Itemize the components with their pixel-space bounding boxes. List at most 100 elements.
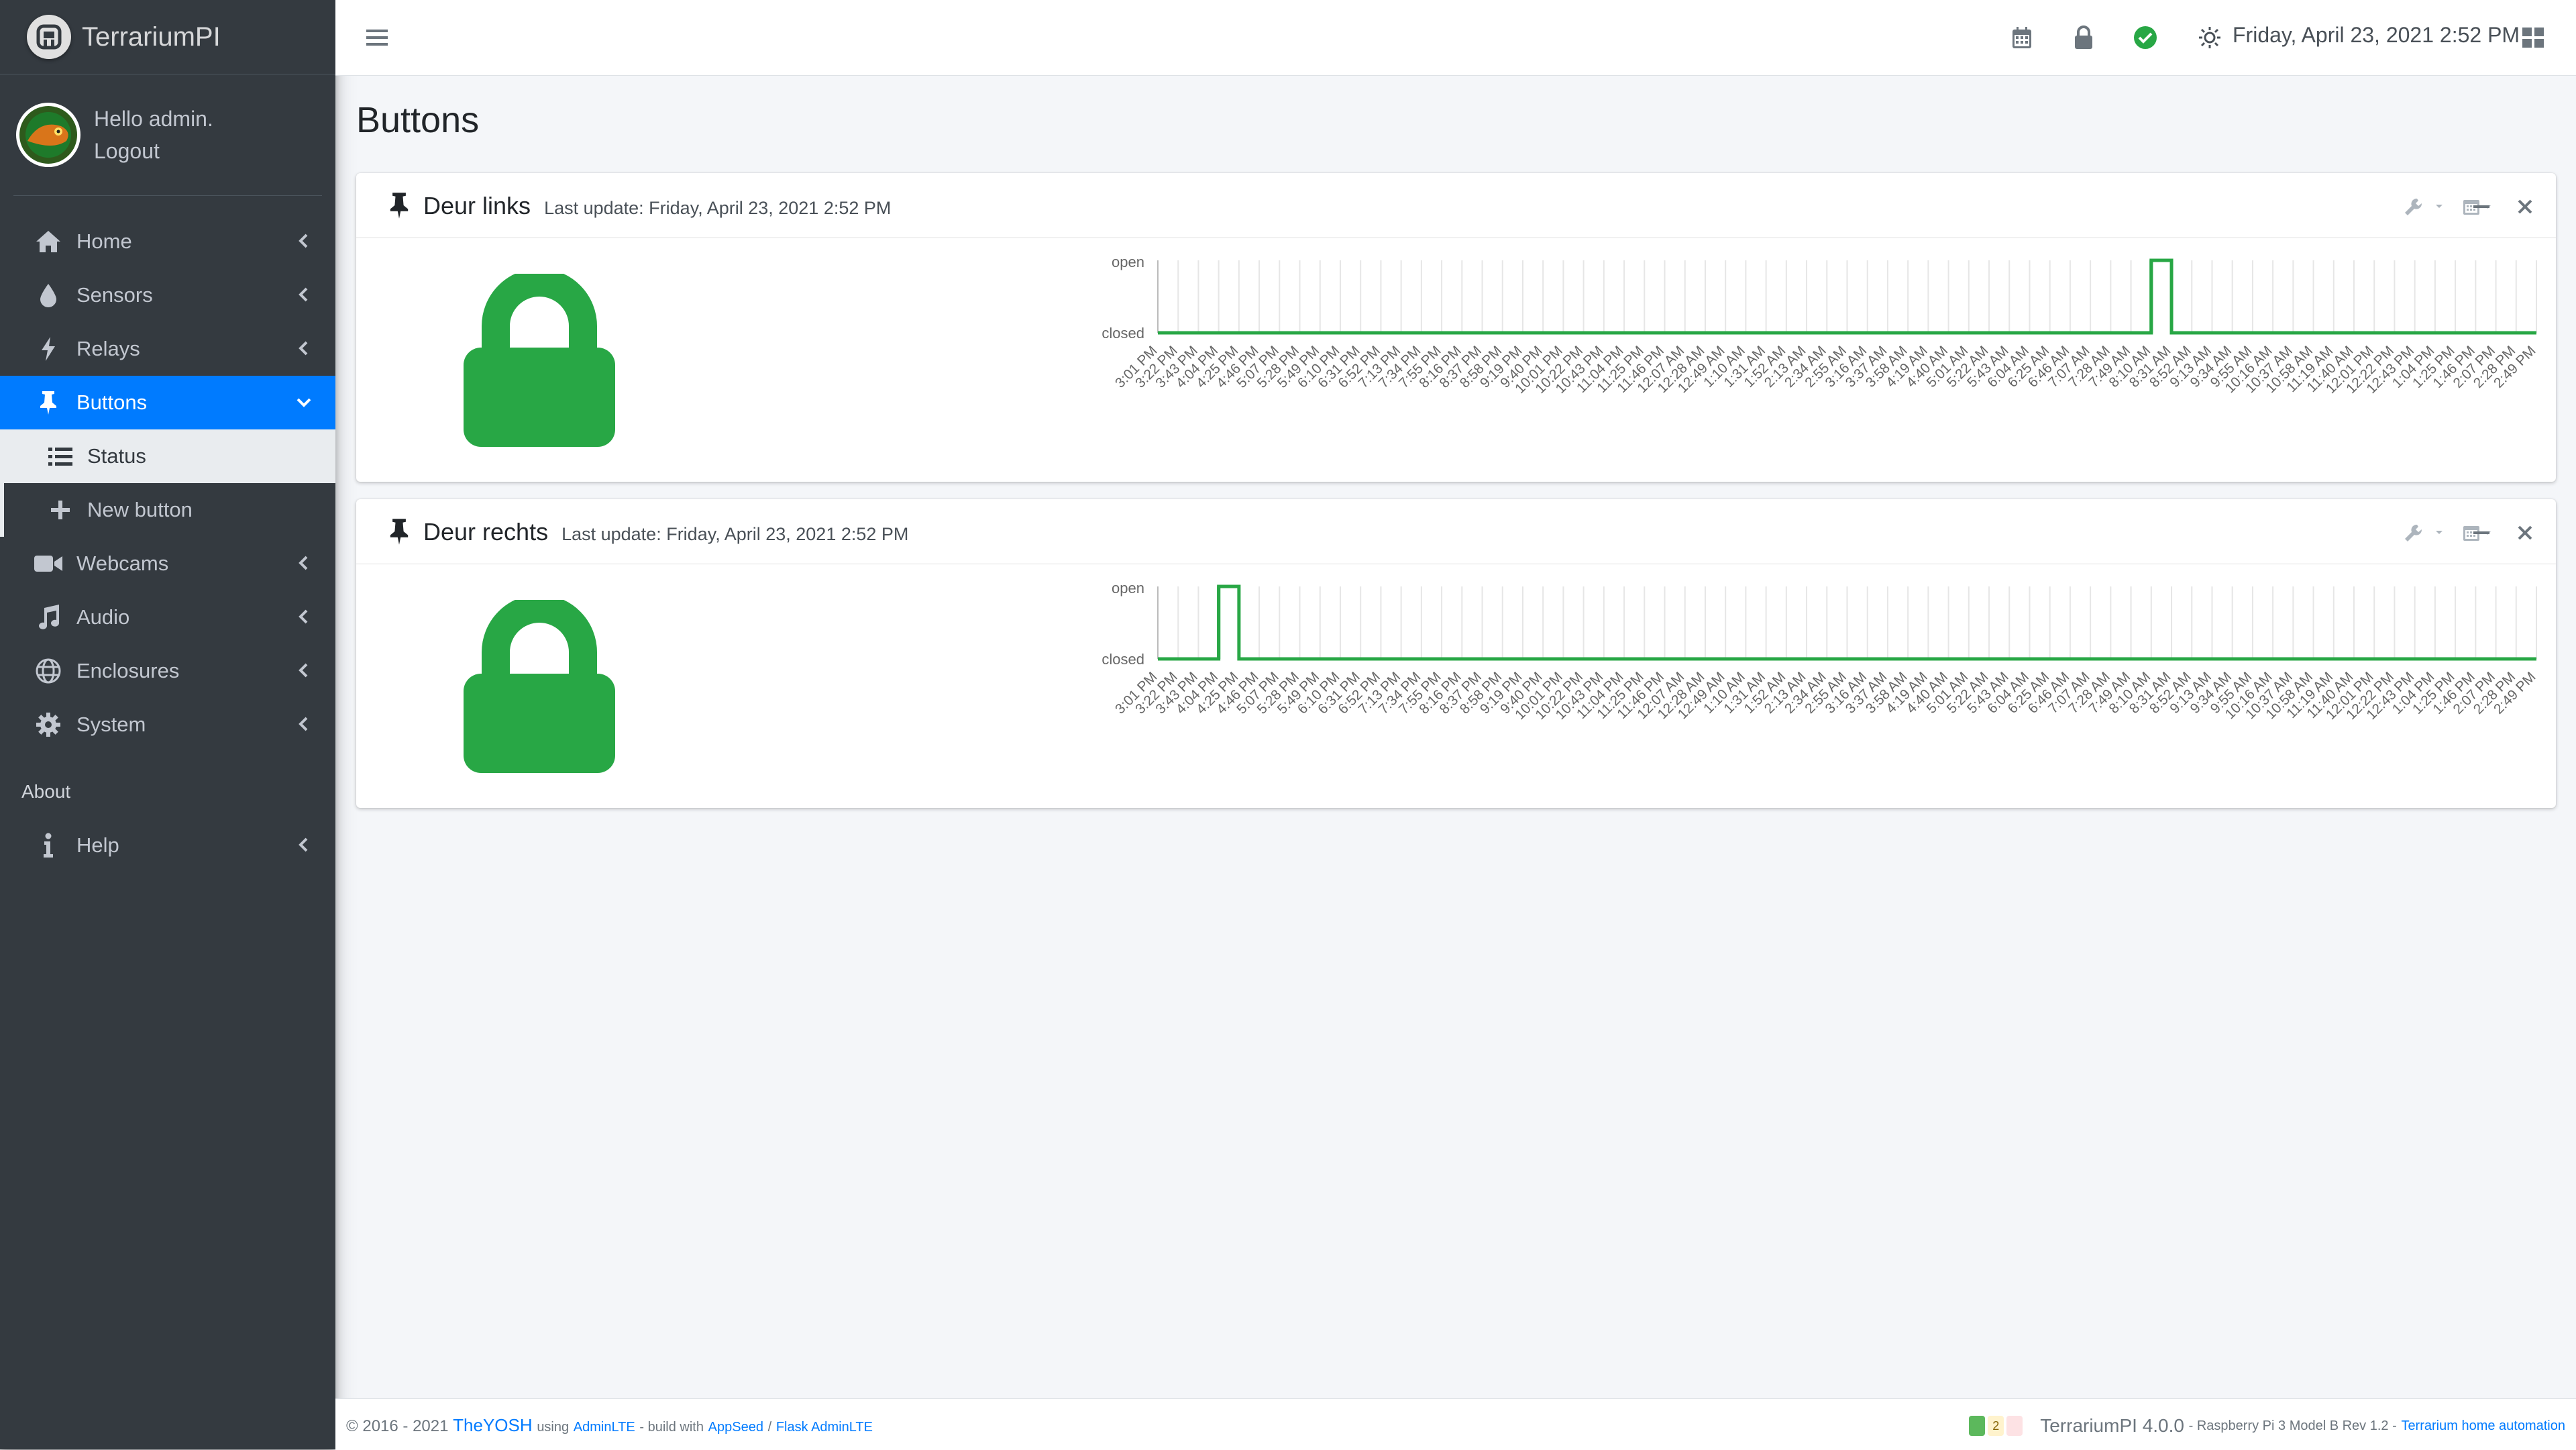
footer: © 2016 - 2021 TheYOSH using AdminLTE - b… — [335, 1398, 2576, 1450]
thumbtack-icon — [390, 193, 409, 219]
thumbtack-icon — [34, 388, 63, 417]
chevron-left-icon — [299, 663, 308, 678]
check-circle-icon[interactable] — [2132, 24, 2159, 51]
chevron-left-icon — [299, 837, 308, 852]
sidebar-item-audio[interactable]: Audio — [0, 590, 335, 644]
chevron-left-icon — [299, 287, 308, 302]
user-greeting: Hello admin. — [94, 107, 213, 131]
sidebar-item-label: Sensors — [76, 283, 153, 307]
music-icon — [34, 603, 63, 632]
remove-button[interactable] — [2516, 519, 2534, 546]
footer-copyright: © 2016 - 2021 — [346, 1417, 449, 1435]
card-last-update: Last update: Friday, April 23, 2021 2:52… — [561, 524, 909, 544]
sidebar-item-label: Webcams — [76, 552, 169, 575]
calendar-icon[interactable] — [2008, 24, 2035, 51]
sidebar-item-system[interactable]: System — [0, 698, 335, 752]
sidebar-subitem-new-button[interactable]: New button — [0, 483, 335, 537]
button-state-chart: openclosed3:01 PM3:22 PM3:43 PM4:04 PM4:… — [1102, 580, 2538, 723]
sidebar-subitem-label: New button — [87, 498, 193, 521]
close-icon — [2518, 199, 2532, 214]
minus-icon — [2473, 531, 2489, 534]
footer-home-link[interactable]: Terrarium home automation — [2401, 1418, 2565, 1434]
footer-appseed-link[interactable]: AppSeed — [708, 1420, 763, 1435]
collapse-button[interactable] — [2472, 193, 2491, 220]
footer-slash: / — [767, 1420, 772, 1435]
card-title: Deur rechts — [423, 518, 549, 546]
collapse-button[interactable] — [2472, 519, 2491, 546]
brand-logo-icon — [27, 15, 71, 59]
sun-icon — [2196, 24, 2223, 51]
sidebar-item-sensors[interactable]: Sensors — [0, 268, 335, 322]
y-tick-label: closed — [1102, 325, 1144, 342]
footer-hardware: - Raspberry Pi 3 Model B Rev 1.2 - — [2188, 1418, 2397, 1433]
status-indicator-ok — [1969, 1416, 1986, 1436]
y-tick-label: closed — [1102, 651, 1144, 668]
plus-icon — [47, 497, 74, 523]
chevron-left-icon — [299, 717, 308, 731]
wrench-dropdown-button[interactable] — [2404, 519, 2445, 546]
user-panel: Hello admin. Logout — [13, 74, 322, 196]
lock-closed-icon — [464, 268, 615, 450]
sidebar-item-help[interactable]: Help — [0, 819, 335, 872]
card-header: Deur links Last update: Friday, April 23,… — [356, 173, 2556, 238]
video-icon — [34, 549, 63, 578]
footer-author-link[interactable]: TheYOSH — [453, 1415, 533, 1435]
y-tick-label: open — [1112, 254, 1144, 270]
bolt-icon — [34, 334, 63, 364]
logout-link[interactable]: Logout — [94, 135, 213, 167]
footer-adminlte-link[interactable]: AdminLTE — [574, 1420, 635, 1435]
sidebar-item-webcams[interactable]: Webcams — [0, 537, 335, 590]
wrench-icon — [2405, 524, 2443, 541]
list-icon — [47, 443, 74, 470]
tint-icon — [34, 280, 63, 310]
wrench-dropdown-button[interactable] — [2404, 193, 2445, 220]
sidebar-subitem-status[interactable]: Status — [0, 429, 335, 483]
chevron-left-icon — [299, 609, 308, 624]
hamburger-menu-icon[interactable] — [364, 24, 390, 51]
sidebar-item-label: Buttons — [76, 391, 148, 414]
sidebar-item-label: System — [76, 713, 146, 736]
grid-layout-icon[interactable] — [2520, 24, 2546, 51]
chevron-left-icon — [299, 556, 308, 570]
sidebar-item-buttons[interactable]: Buttons — [0, 376, 335, 429]
button-state-chart: openclosed3:01 PM3:22 PM3:43 PM4:04 PM4:… — [1102, 254, 2538, 397]
sidebar-item-label: Enclosures — [76, 659, 180, 682]
close-icon — [2518, 525, 2532, 540]
avatar — [16, 103, 80, 167]
card-last-update: Last update: Friday, April 23, 2021 2:52… — [544, 198, 892, 218]
home-icon — [34, 227, 63, 256]
topbar-datetime: Friday, April 23, 2021 2:52 PM — [2233, 23, 2520, 47]
chevron-left-icon — [299, 234, 308, 248]
sidebar: TerrariumPI Hello admin. Logout Home Sen… — [0, 0, 335, 1449]
gear-icon — [34, 710, 63, 739]
brand-name: TerrariumPI — [82, 21, 221, 52]
remove-button[interactable] — [2516, 193, 2534, 220]
footer-flask-link[interactable]: Flask AdminLTE — [776, 1420, 873, 1435]
sidebar-item-label: Home — [76, 229, 132, 253]
thumbtack-icon — [390, 519, 409, 545]
status-indicator-error — [2006, 1416, 2023, 1436]
sidebar-item-home[interactable]: Home — [0, 215, 335, 268]
y-tick-label: open — [1112, 580, 1144, 597]
chevron-down-icon — [297, 398, 311, 407]
lock-icon[interactable] — [2070, 24, 2097, 51]
button-card: Deur links Last update: Friday, April 23,… — [356, 173, 2556, 482]
chevron-left-icon — [299, 341, 308, 356]
sidebar-item-label: Help — [76, 833, 119, 857]
footer-version: TerrariumPI 4.0.0 — [2040, 1415, 2184, 1436]
sidebar-item-relays[interactable]: Relays — [0, 322, 335, 376]
sidebar-item-enclosures[interactable]: Enclosures — [0, 644, 335, 698]
status-indicator-warning: 2 — [1988, 1416, 2004, 1436]
info-icon — [34, 831, 63, 860]
wrench-icon — [2405, 198, 2443, 215]
card-title: Deur links — [423, 192, 531, 219]
minus-icon — [2473, 205, 2489, 208]
lock-closed-icon — [464, 594, 615, 776]
globe-icon — [34, 656, 63, 686]
sidebar-item-label: Relays — [76, 337, 140, 360]
brand-link[interactable]: TerrariumPI — [0, 0, 335, 74]
topbar: Friday, April 23, 2021 2:52 PM — [335, 0, 2576, 76]
footer-build: - build with — [639, 1420, 704, 1435]
sidebar-item-label: Audio — [76, 605, 130, 629]
page-title: Buttons — [356, 100, 480, 140]
